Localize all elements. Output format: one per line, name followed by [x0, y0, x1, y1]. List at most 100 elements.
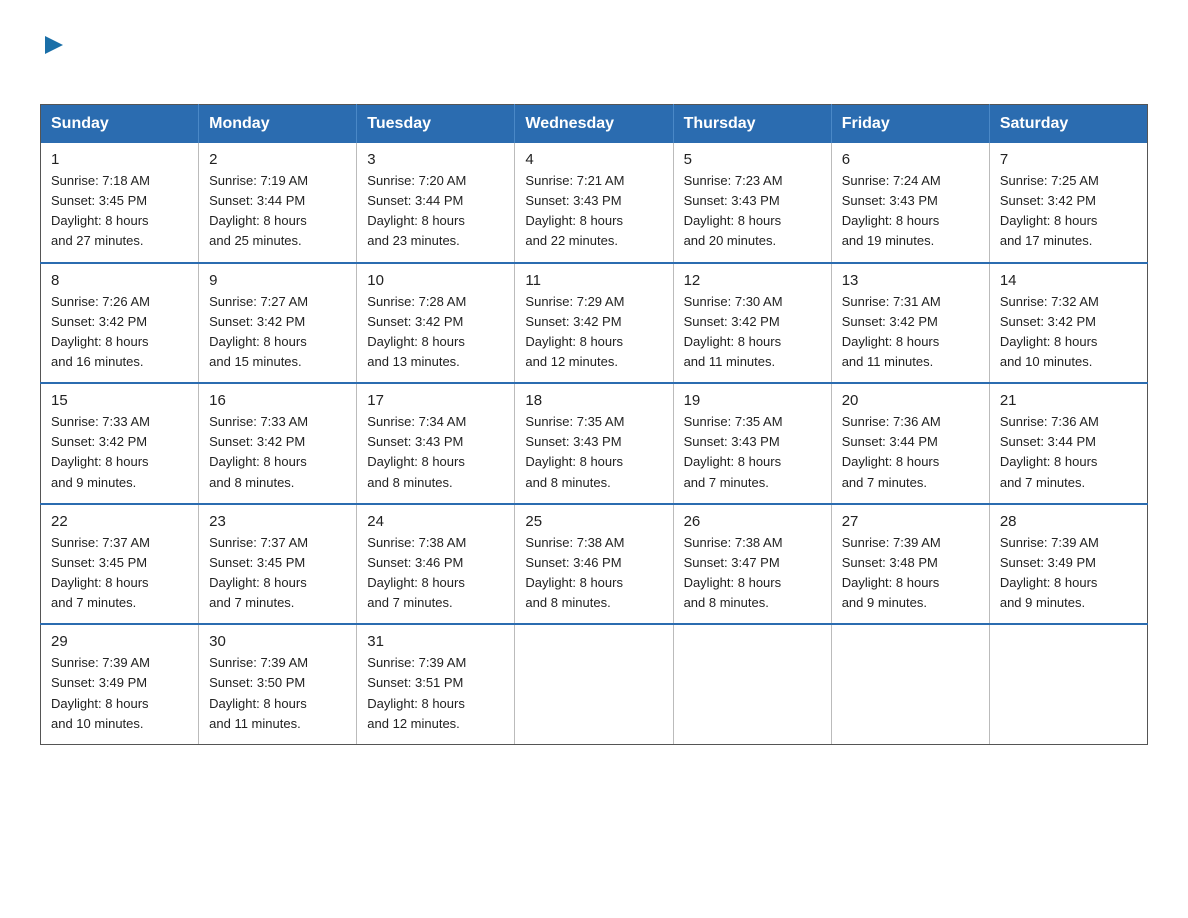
calendar-day-cell: 31 Sunrise: 7:39 AMSunset: 3:51 PMDayligh… — [357, 624, 515, 744]
day-info: Sunrise: 7:39 AMSunset: 3:51 PMDaylight:… — [367, 653, 504, 734]
day-info: Sunrise: 7:28 AMSunset: 3:42 PMDaylight:… — [367, 292, 504, 373]
logo-triangle-icon — [43, 34, 65, 56]
calendar-day-cell: 28Sunrise: 7:39 AMSunset: 3:49 PMDayligh… — [989, 504, 1147, 625]
day-info: Sunrise: 7:19 AMSunset: 3:44 PMDaylight:… — [209, 171, 346, 252]
calendar-day-cell: 10 Sunrise: 7:28 AMSunset: 3:42 PMDayligh… — [357, 263, 515, 384]
day-number: 31 — [367, 633, 504, 650]
calendar-day-cell: 12 Sunrise: 7:30 AMSunset: 3:42 PMDayligh… — [673, 263, 831, 384]
day-number: 8 — [51, 272, 188, 289]
day-number: 5 — [684, 151, 821, 168]
calendar-day-cell: 18Sunrise: 7:35 AMSunset: 3:43 PMDayligh… — [515, 383, 673, 504]
calendar-day-cell: 23 Sunrise: 7:37 AMSunset: 3:45 PMDayligh… — [199, 504, 357, 625]
calendar-day-cell: 9 Sunrise: 7:27 AMSunset: 3:42 PMDaylight… — [199, 263, 357, 384]
calendar-day-cell: 24 Sunrise: 7:38 AMSunset: 3:46 PMDayligh… — [357, 504, 515, 625]
day-info: Sunrise: 7:18 AMSunset: 3:45 PMDaylight:… — [51, 171, 188, 252]
calendar-day-cell: 30 Sunrise: 7:39 AMSunset: 3:50 PMDayligh… — [199, 624, 357, 744]
weekday-header-sunday: Sunday — [41, 105, 199, 144]
day-number: 9 — [209, 272, 346, 289]
calendar-day-cell: 11Sunrise: 7:29 AMSunset: 3:42 PMDayligh… — [515, 263, 673, 384]
day-number: 2 — [209, 151, 346, 168]
day-info: Sunrise: 7:35 AMSunset: 3:43 PMDaylight:… — [684, 412, 821, 493]
day-number: 20 — [842, 392, 979, 409]
day-info: Sunrise: 7:33 AMSunset: 3:42 PMDaylight:… — [51, 412, 188, 493]
day-info: Sunrise: 7:36 AMSunset: 3:44 PMDaylight:… — [1000, 412, 1137, 493]
calendar-day-cell: 22Sunrise: 7:37 AMSunset: 3:45 PMDayligh… — [41, 504, 199, 625]
day-info: Sunrise: 7:30 AMSunset: 3:42 PMDaylight:… — [684, 292, 821, 373]
day-info: Sunrise: 7:37 AMSunset: 3:45 PMDaylight:… — [209, 533, 346, 614]
calendar-week-row: 8 Sunrise: 7:26 AMSunset: 3:42 PMDaylight… — [41, 263, 1148, 384]
calendar-week-row: 1 Sunrise: 7:18 AMSunset: 3:45 PMDaylight… — [41, 143, 1148, 263]
day-number: 6 — [842, 151, 979, 168]
day-info: Sunrise: 7:38 AMSunset: 3:46 PMDaylight:… — [367, 533, 504, 614]
calendar-day-cell: 3 Sunrise: 7:20 AMSunset: 3:44 PMDaylight… — [357, 143, 515, 263]
calendar-day-cell: 16 Sunrise: 7:33 AMSunset: 3:42 PMDayligh… — [199, 383, 357, 504]
day-info: Sunrise: 7:24 AMSunset: 3:43 PMDaylight:… — [842, 171, 979, 252]
day-number: 24 — [367, 513, 504, 530]
day-number: 23 — [209, 513, 346, 530]
day-number: 3 — [367, 151, 504, 168]
day-info: Sunrise: 7:38 AMSunset: 3:47 PMDaylight:… — [684, 533, 821, 614]
calendar-day-cell: 29Sunrise: 7:39 AMSunset: 3:49 PMDayligh… — [41, 624, 199, 744]
day-info: Sunrise: 7:26 AMSunset: 3:42 PMDaylight:… — [51, 292, 188, 373]
day-number: 30 — [209, 633, 346, 650]
calendar-day-cell: 2 Sunrise: 7:19 AMSunset: 3:44 PMDaylight… — [199, 143, 357, 263]
weekday-header-wednesday: Wednesday — [515, 105, 673, 144]
day-number: 27 — [842, 513, 979, 530]
day-number: 4 — [525, 151, 662, 168]
calendar-day-cell: 17Sunrise: 7:34 AMSunset: 3:43 PMDayligh… — [357, 383, 515, 504]
day-info: Sunrise: 7:27 AMSunset: 3:42 PMDaylight:… — [209, 292, 346, 373]
day-number: 29 — [51, 633, 188, 650]
day-number: 1 — [51, 151, 188, 168]
calendar-table: SundayMondayTuesdayWednesdayThursdayFrid… — [40, 104, 1148, 745]
calendar-day-cell: 21 Sunrise: 7:36 AMSunset: 3:44 PMDayligh… — [989, 383, 1147, 504]
day-info: Sunrise: 7:39 AMSunset: 3:49 PMDaylight:… — [1000, 533, 1137, 614]
day-number: 12 — [684, 272, 821, 289]
calendar-empty-cell — [831, 624, 989, 744]
day-number: 16 — [209, 392, 346, 409]
calendar-day-cell: 26 Sunrise: 7:38 AMSunset: 3:47 PMDayligh… — [673, 504, 831, 625]
calendar-day-cell: 7 Sunrise: 7:25 AMSunset: 3:42 PMDaylight… — [989, 143, 1147, 263]
calendar-day-cell: 20 Sunrise: 7:36 AMSunset: 3:44 PMDayligh… — [831, 383, 989, 504]
day-info: Sunrise: 7:29 AMSunset: 3:42 PMDaylight:… — [525, 292, 662, 373]
day-info: Sunrise: 7:20 AMSunset: 3:44 PMDaylight:… — [367, 171, 504, 252]
logo — [40, 30, 65, 80]
day-number: 7 — [1000, 151, 1137, 168]
day-number: 21 — [1000, 392, 1137, 409]
calendar-empty-cell — [515, 624, 673, 744]
calendar-week-row: 29Sunrise: 7:39 AMSunset: 3:49 PMDayligh… — [41, 624, 1148, 744]
weekday-header-row: SundayMondayTuesdayWednesdayThursdayFrid… — [41, 105, 1148, 144]
page-header — [40, 30, 1148, 80]
day-info: Sunrise: 7:38 AMSunset: 3:46 PMDaylight:… — [525, 533, 662, 614]
weekday-header-thursday: Thursday — [673, 105, 831, 144]
day-number: 10 — [367, 272, 504, 289]
calendar-day-cell: 19 Sunrise: 7:35 AMSunset: 3:43 PMDayligh… — [673, 383, 831, 504]
day-number: 22 — [51, 513, 188, 530]
day-info: Sunrise: 7:39 AMSunset: 3:48 PMDaylight:… — [842, 533, 979, 614]
calendar-day-cell: 5 Sunrise: 7:23 AMSunset: 3:43 PMDaylight… — [673, 143, 831, 263]
day-info: Sunrise: 7:32 AMSunset: 3:42 PMDaylight:… — [1000, 292, 1137, 373]
calendar-day-cell: 8 Sunrise: 7:26 AMSunset: 3:42 PMDaylight… — [41, 263, 199, 384]
day-number: 19 — [684, 392, 821, 409]
weekday-header-tuesday: Tuesday — [357, 105, 515, 144]
weekday-header-monday: Monday — [199, 105, 357, 144]
day-number: 25 — [525, 513, 662, 530]
calendar-day-cell: 25 Sunrise: 7:38 AMSunset: 3:46 PMDayligh… — [515, 504, 673, 625]
day-info: Sunrise: 7:33 AMSunset: 3:42 PMDaylight:… — [209, 412, 346, 493]
calendar-day-cell: 1 Sunrise: 7:18 AMSunset: 3:45 PMDaylight… — [41, 143, 199, 263]
day-info: Sunrise: 7:25 AMSunset: 3:42 PMDaylight:… — [1000, 171, 1137, 252]
weekday-header-friday: Friday — [831, 105, 989, 144]
weekday-header-saturday: Saturday — [989, 105, 1147, 144]
day-number: 26 — [684, 513, 821, 530]
calendar-day-cell: 14 Sunrise: 7:32 AMSunset: 3:42 PMDayligh… — [989, 263, 1147, 384]
calendar-day-cell: 6 Sunrise: 7:24 AMSunset: 3:43 PMDaylight… — [831, 143, 989, 263]
day-number: 14 — [1000, 272, 1137, 289]
day-info: Sunrise: 7:39 AMSunset: 3:50 PMDaylight:… — [209, 653, 346, 734]
day-info: Sunrise: 7:23 AMSunset: 3:43 PMDaylight:… — [684, 171, 821, 252]
day-info: Sunrise: 7:21 AMSunset: 3:43 PMDaylight:… — [525, 171, 662, 252]
day-info: Sunrise: 7:36 AMSunset: 3:44 PMDaylight:… — [842, 412, 979, 493]
day-number: 15 — [51, 392, 188, 409]
day-info: Sunrise: 7:31 AMSunset: 3:42 PMDaylight:… — [842, 292, 979, 373]
calendar-day-cell: 13Sunrise: 7:31 AMSunset: 3:42 PMDayligh… — [831, 263, 989, 384]
calendar-day-cell: 15 Sunrise: 7:33 AMSunset: 3:42 PMDayligh… — [41, 383, 199, 504]
day-number: 17 — [367, 392, 504, 409]
